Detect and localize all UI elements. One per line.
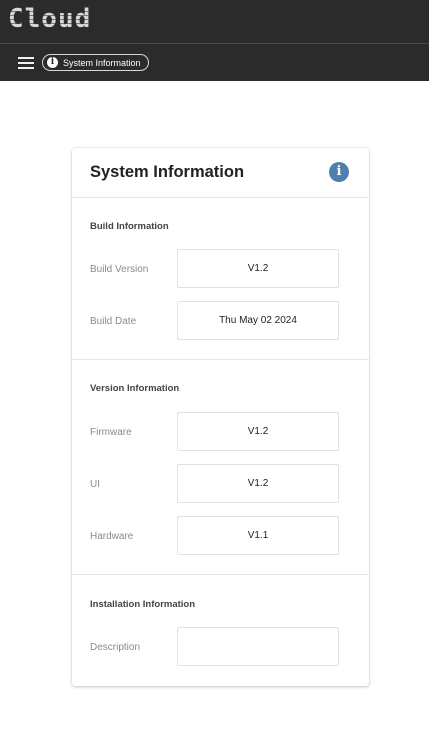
card-title: System Information [90, 163, 245, 181]
firmware-field[interactable]: V1.2 [177, 412, 339, 451]
build-date-label: Build Date [90, 316, 137, 327]
section-title-build: Build Information [90, 221, 169, 232]
build-date-field[interactable]: Thu May 02 2024 [177, 301, 339, 340]
hamburger-menu-icon[interactable] [18, 57, 34, 69]
build-version-label: Build Version [90, 264, 149, 275]
top-bar: Cloud [0, 0, 429, 43]
ui-label: UI [90, 479, 100, 490]
breadcrumb-chip[interactable]: i System Information [42, 54, 149, 71]
version-information-section: Version Information Firmware V1.2 UI V1.… [72, 360, 369, 575]
description-field[interactable] [177, 627, 339, 666]
section-title-installation: Installation Information [90, 599, 196, 610]
ui-field[interactable]: V1.2 [177, 464, 339, 503]
hardware-field[interactable]: V1.1 [177, 516, 339, 555]
cloud-logo: Cloud [8, 4, 92, 34]
description-label: Description [90, 642, 141, 653]
info-icon[interactable]: i [329, 162, 349, 182]
section-title-version: Version Information [90, 383, 180, 394]
build-version-field[interactable]: V1.2 [177, 249, 339, 288]
installation-information-section: Installation Information Description [72, 575, 369, 686]
hardware-label: Hardware [90, 531, 134, 542]
system-information-card: System Information i Build Information B… [72, 148, 369, 686]
nav-bar: i System Information [0, 43, 429, 81]
breadcrumb-label: System Information [63, 57, 141, 68]
build-information-section: Build Information Build Version V1.2 Bui… [72, 198, 369, 360]
card-header: System Information i [72, 148, 369, 198]
firmware-label: Firmware [90, 427, 132, 438]
info-icon: i [47, 57, 58, 68]
